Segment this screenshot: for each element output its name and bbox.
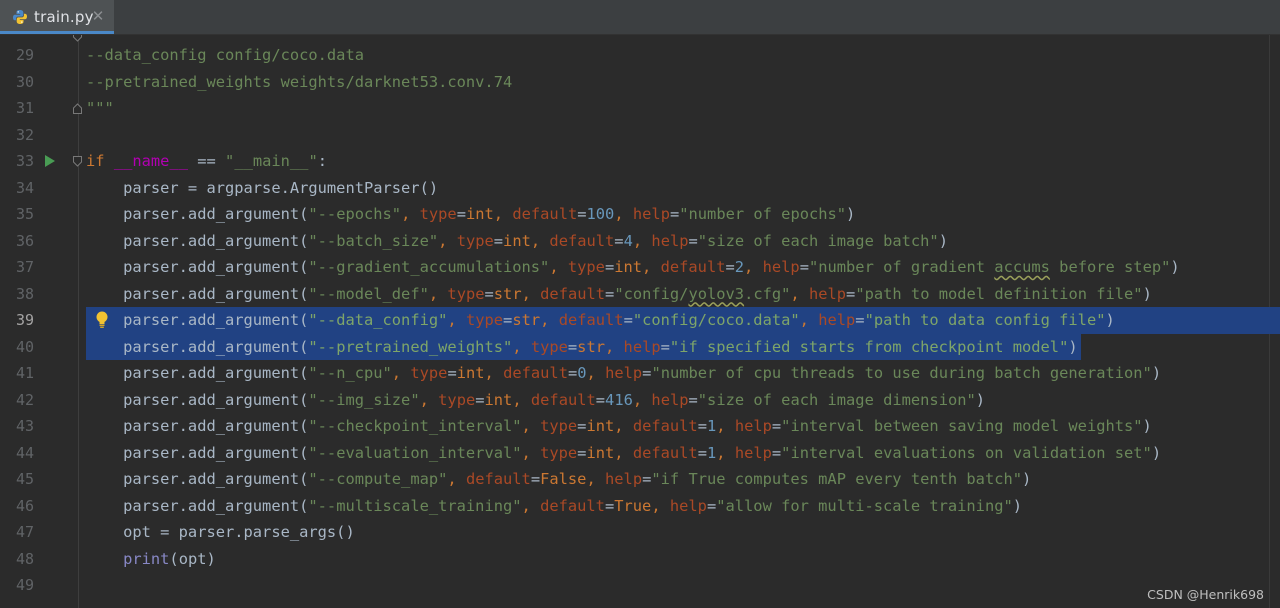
code-line-41[interactable]: 41 parser.add_argument("--n_cpu", type=i… bbox=[0, 360, 1270, 387]
lightbulb-icon[interactable] bbox=[94, 310, 110, 330]
line-number[interactable]: 39 bbox=[0, 307, 34, 334]
line-number[interactable]: 29 bbox=[0, 42, 34, 69]
code-text[interactable]: parser.add_argument("--model_def", type=… bbox=[86, 281, 1152, 308]
code-text[interactable]: parser.add_argument("--multiscale_traini… bbox=[86, 493, 1022, 520]
code-line-31[interactable]: 31 """ bbox=[0, 95, 1270, 122]
line-number[interactable]: 40 bbox=[0, 334, 34, 361]
tab-filename: train.py bbox=[34, 8, 94, 26]
code-text[interactable]: parser.add_argument("--n_cpu", type=int,… bbox=[86, 360, 1161, 387]
code-text[interactable]: parser.add_argument("--compute_map", def… bbox=[86, 466, 1031, 493]
line-number[interactable]: 41 bbox=[0, 360, 34, 387]
fold-icon[interactable] bbox=[73, 35, 82, 42]
fold-icon[interactable] bbox=[73, 103, 82, 114]
line-number[interactable]: 35 bbox=[0, 201, 34, 228]
code-text[interactable]: parser.add_argument("--checkpoint_interv… bbox=[86, 413, 1152, 440]
close-icon[interactable]: ✕ bbox=[90, 7, 106, 25]
code-line-49[interactable]: 49 bbox=[0, 572, 1270, 599]
code-text[interactable]: parser.add_argument("--gradient_accumula… bbox=[86, 254, 1180, 281]
code-text[interactable]: if __name__ == "__main__": bbox=[86, 148, 327, 175]
line-number[interactable]: 45 bbox=[0, 466, 34, 493]
line-number[interactable]: 46 bbox=[0, 493, 34, 520]
line-number[interactable]: 32 bbox=[0, 122, 34, 149]
code-line-44[interactable]: 44 parser.add_argument("--evaluation_int… bbox=[0, 440, 1270, 467]
code-line-48[interactable]: 48 print(opt) bbox=[0, 546, 1270, 573]
code-text[interactable]: print(opt) bbox=[86, 546, 216, 573]
code-text[interactable]: parser.add_argument("--evaluation_interv… bbox=[86, 440, 1161, 467]
fold-icon[interactable] bbox=[73, 156, 82, 167]
line-number[interactable]: 30 bbox=[0, 69, 34, 96]
code-line-42[interactable]: 42 parser.add_argument("--img_size", typ… bbox=[0, 387, 1270, 414]
line-number[interactable]: 33 bbox=[0, 148, 34, 175]
line-number[interactable]: 34 bbox=[0, 175, 34, 202]
code-line-38[interactable]: 38 parser.add_argument("--model_def", ty… bbox=[0, 281, 1270, 308]
line-number[interactable]: 37 bbox=[0, 254, 34, 281]
tab-train-py[interactable]: train.py ✕ bbox=[0, 0, 114, 34]
line-number[interactable]: 31 bbox=[0, 95, 34, 122]
code-line-37[interactable]: 37 parser.add_argument("--gradient_accum… bbox=[0, 254, 1270, 281]
code-text[interactable]: parser.add_argument("--data_config", typ… bbox=[86, 307, 1115, 334]
line-number[interactable]: 47 bbox=[0, 519, 34, 546]
code-text[interactable]: parser.add_argument("--pretrained_weight… bbox=[86, 334, 1078, 361]
code-line-35[interactable]: 35 parser.add_argument("--epochs", type=… bbox=[0, 201, 1270, 228]
code-line-33[interactable]: 33 if __name__ == "__main__": bbox=[0, 148, 1270, 175]
code-text[interactable]: parser.add_argument("--epochs", type=int… bbox=[86, 201, 855, 228]
code-line-45[interactable]: 45 parser.add_argument("--compute_map", … bbox=[0, 466, 1270, 493]
code-text[interactable]: --data_config config/coco.data bbox=[86, 42, 364, 69]
editor-tab-bar: train.py ✕ bbox=[0, 0, 1280, 35]
watermark: CSDN @Henrik698 bbox=[1147, 587, 1264, 602]
line-number[interactable]: 38 bbox=[0, 281, 34, 308]
code-text[interactable]: """ bbox=[86, 95, 114, 122]
code-text[interactable]: parser = argparse.ArgumentParser() bbox=[86, 175, 438, 202]
python-file-icon bbox=[13, 10, 27, 24]
code-line-43[interactable]: 43 parser.add_argument("--checkpoint_int… bbox=[0, 413, 1270, 440]
code-text[interactable]: parser.add_argument("--batch_size", type… bbox=[86, 228, 948, 255]
code-line-36[interactable]: 36 parser.add_argument("--batch_size", t… bbox=[0, 228, 1270, 255]
code-editor[interactable]: 29 --data_config config/coco.data 30 --pret… bbox=[0, 35, 1280, 608]
line-number[interactable]: 42 bbox=[0, 387, 34, 414]
ide-window: train.py ✕ 29 --data_config config/coco.d… bbox=[0, 0, 1280, 608]
line-number[interactable]: 49 bbox=[0, 572, 34, 599]
code-line-32[interactable]: 32 bbox=[0, 122, 1270, 149]
line-number[interactable]: 36 bbox=[0, 228, 34, 255]
code-line-30[interactable]: 30 --pretrained_weights weights/darknet53… bbox=[0, 69, 1270, 96]
line-number[interactable]: 43 bbox=[0, 413, 34, 440]
run-icon[interactable] bbox=[45, 155, 55, 167]
code-line-40[interactable]: 40 parser.add_argument("--pretrained_wei… bbox=[0, 333, 1270, 361]
code-line-47[interactable]: 47 opt = parser.parse_args() bbox=[0, 519, 1270, 546]
code-line-29[interactable]: 29 --data_config config/coco.data bbox=[0, 42, 1270, 69]
line-number[interactable]: 44 bbox=[0, 440, 34, 467]
code-text[interactable]: --pretrained_weights weights/darknet53.c… bbox=[86, 69, 512, 96]
code-line-39[interactable]: 39 parser.add_argument("--data_config", … bbox=[0, 307, 1280, 334]
code-line-46[interactable]: 46 parser.add_argument("--multiscale_tra… bbox=[0, 493, 1270, 520]
code-text[interactable]: parser.add_argument("--img_size", type=i… bbox=[86, 387, 985, 414]
line-number[interactable]: 48 bbox=[0, 546, 34, 573]
code-line-34[interactable]: 34 parser = argparse.ArgumentParser() bbox=[0, 175, 1270, 202]
code-text[interactable]: opt = parser.parse_args() bbox=[86, 519, 355, 546]
